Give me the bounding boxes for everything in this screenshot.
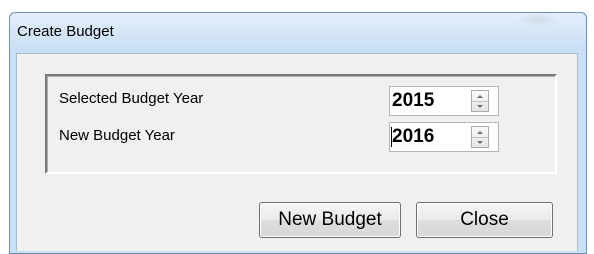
- chevron-up-icon: [477, 94, 483, 98]
- dialog-client-area: Selected Budget Year 2015 New Budget Yea…: [16, 53, 578, 251]
- chevron-up-icon: [477, 130, 483, 134]
- selected-year-spin-buttons: [471, 90, 489, 112]
- selected-year-spin-down-button[interactable]: [472, 101, 488, 111]
- budget-year-group: Selected Budget Year 2015 New Budget Yea…: [45, 74, 557, 174]
- chevron-down-icon: [477, 104, 483, 108]
- selected-budget-year-value[interactable]: 2015: [392, 90, 434, 112]
- new-budget-year-spinner[interactable]: 2016: [389, 122, 499, 152]
- window-title: Create Budget: [17, 23, 114, 40]
- close-button[interactable]: Close: [416, 202, 553, 238]
- new-year-spin-buttons: [471, 126, 489, 148]
- new-year-spin-down-button[interactable]: [472, 137, 488, 147]
- title-bar-glow: [516, 13, 560, 27]
- new-budget-button[interactable]: New Budget: [259, 202, 401, 238]
- chevron-down-icon: [477, 140, 483, 144]
- title-bar[interactable]: Create Budget: [10, 13, 586, 51]
- selected-budget-year-label: Selected Budget Year: [59, 90, 204, 107]
- new-budget-year-label: New Budget Year: [59, 127, 175, 144]
- selected-budget-year-spinner[interactable]: 2015: [389, 86, 499, 116]
- new-budget-year-value[interactable]: 2016: [392, 126, 434, 148]
- create-budget-window: Create Budget Selected Budget Year 2015 …: [9, 12, 587, 254]
